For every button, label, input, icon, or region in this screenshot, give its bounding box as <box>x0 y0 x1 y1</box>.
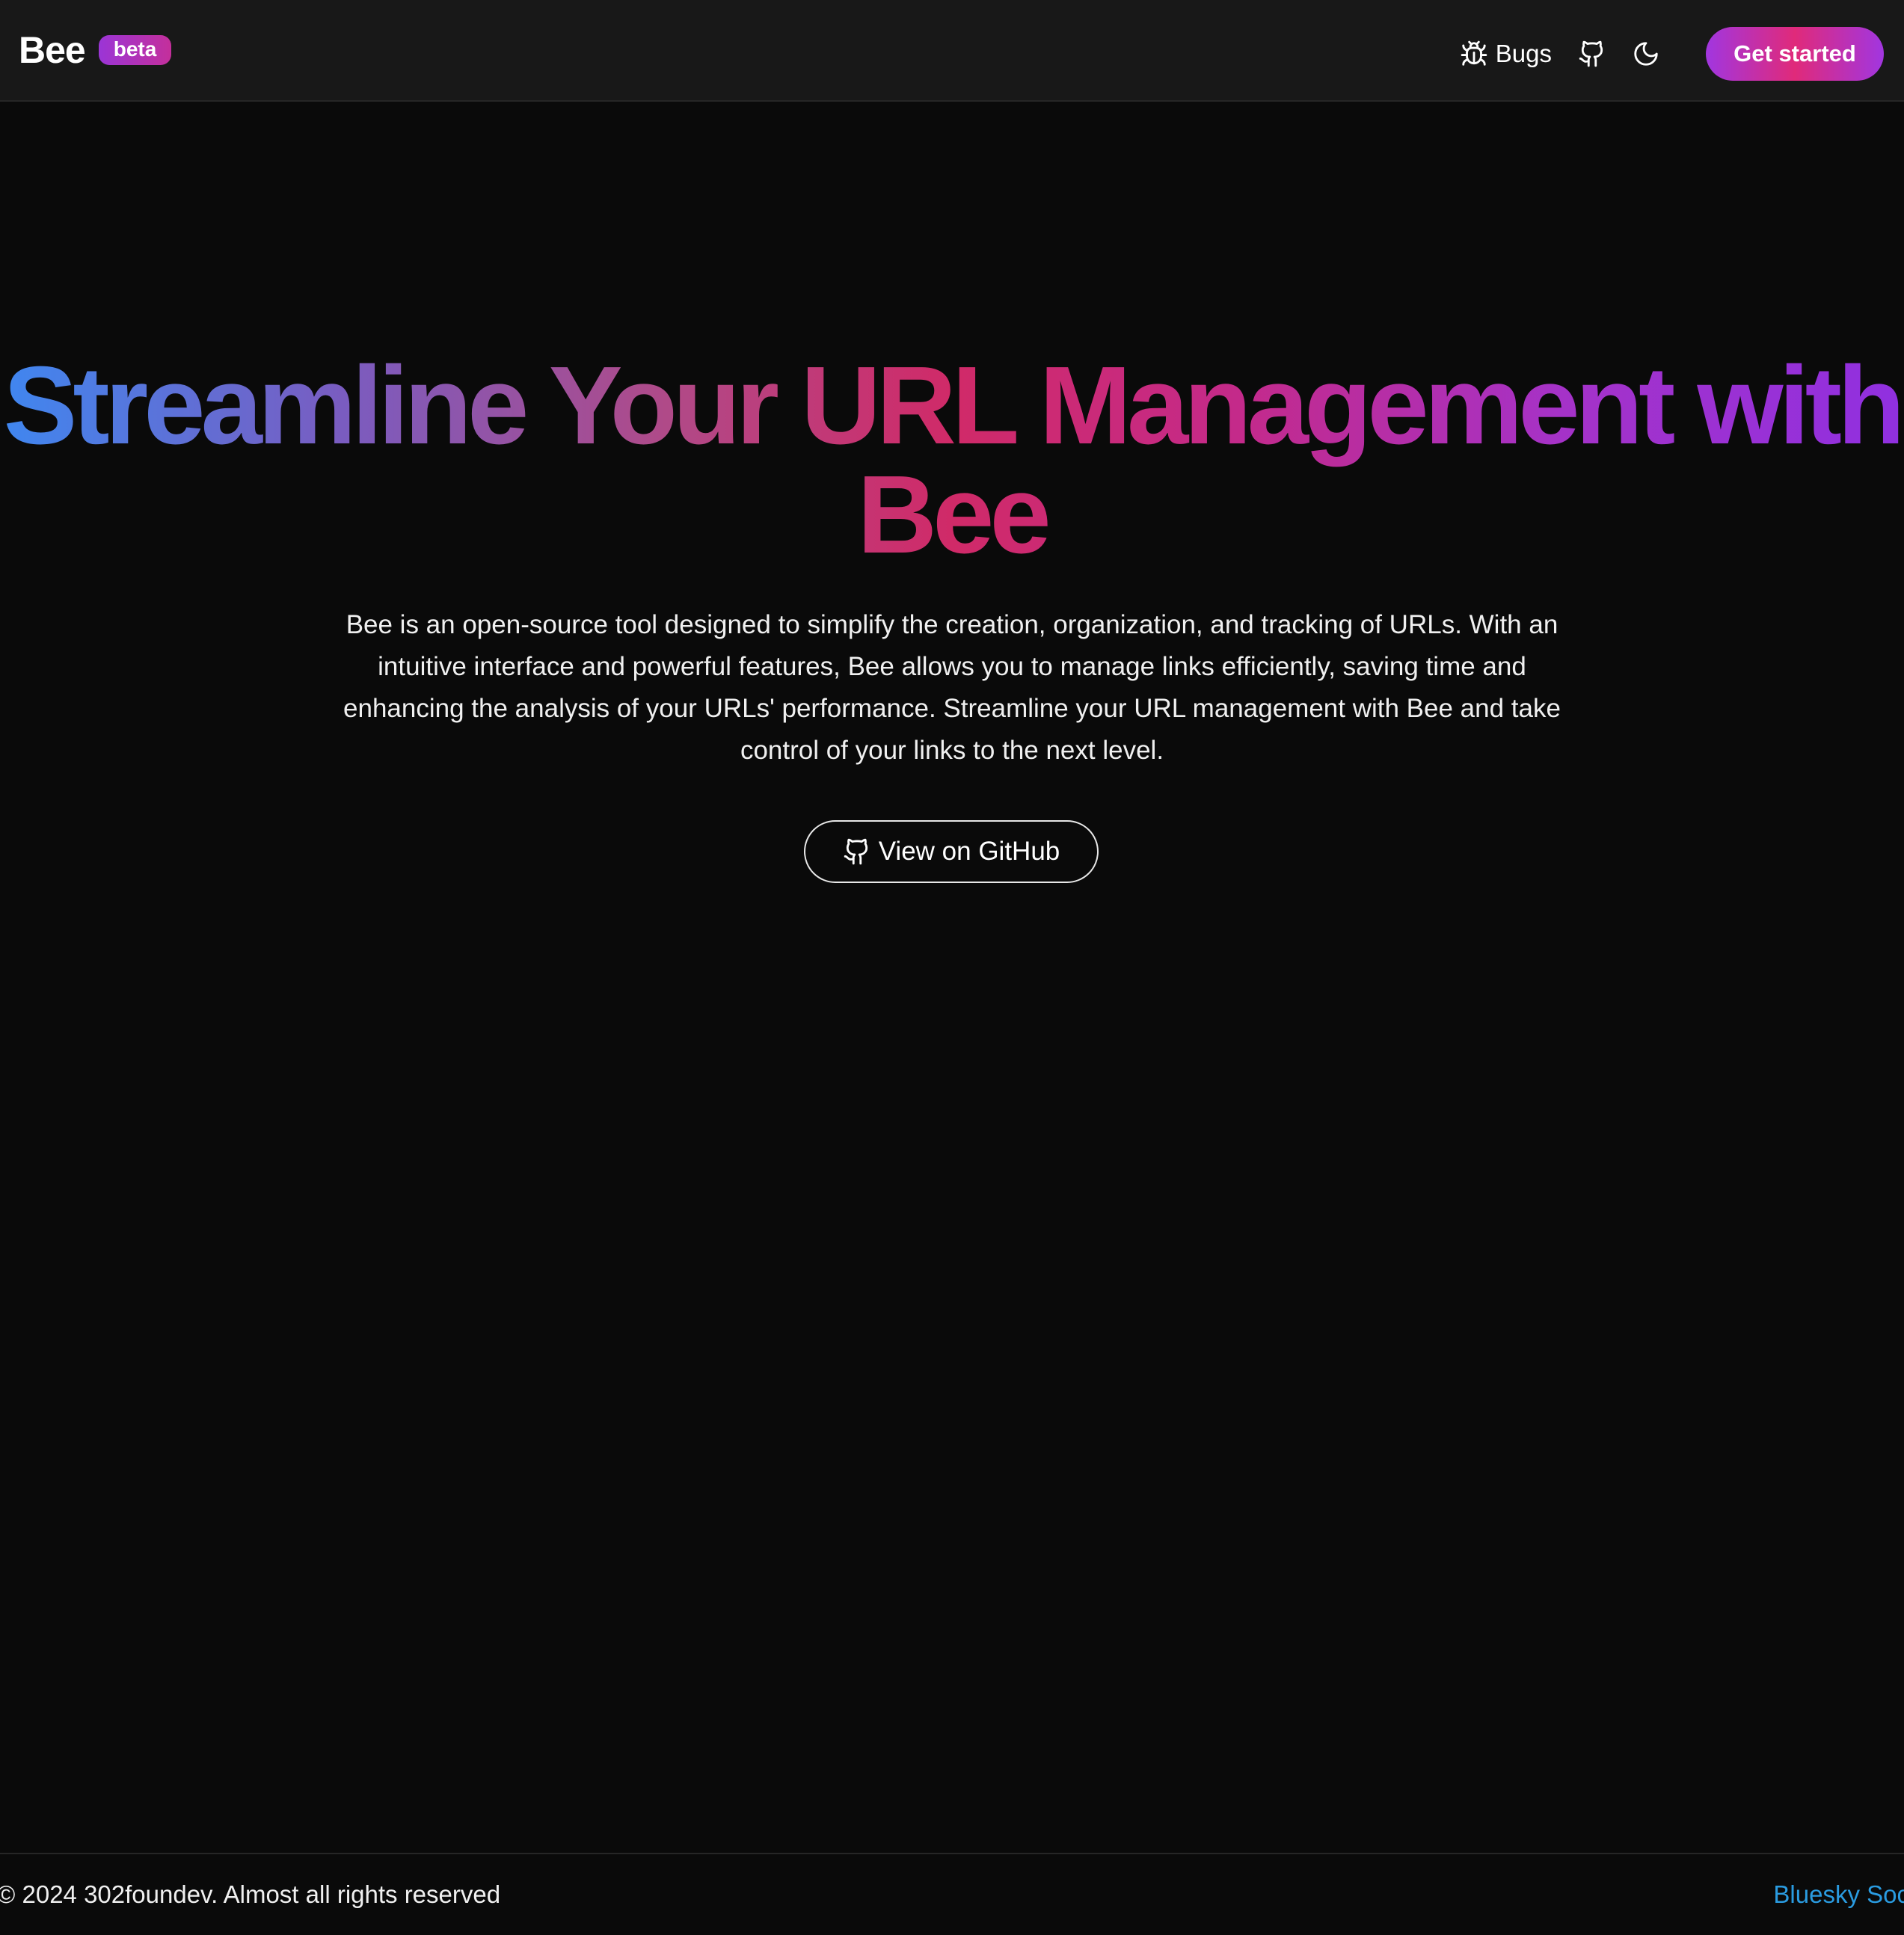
view-on-github-button[interactable]: View on GitHub <box>804 820 1099 883</box>
top-navbar: Bee beta Bugs Get started <box>0 0 1904 102</box>
github-icon <box>843 837 871 866</box>
footer: © 2024 302foundev. Almost all rights res… <box>0 1853 1904 1935</box>
brand[interactable]: Bee beta <box>19 28 172 72</box>
github-icon[interactable] <box>1576 37 1609 70</box>
hero-title: Streamline Your URL Management with Bee <box>0 351 1904 570</box>
bluesky-social-link[interactable]: Bluesky Social <box>1773 1880 1904 1909</box>
brand-name[interactable]: Bee <box>19 28 86 72</box>
bugs-label: Bugs <box>1495 40 1552 67</box>
github-button-label: View on GitHub <box>878 837 1060 866</box>
copyright-text: © 2024 302foundev. Almost all rights res… <box>0 1880 501 1908</box>
moon-icon[interactable] <box>1630 37 1662 70</box>
bug-icon <box>1460 40 1488 68</box>
header-actions: Bugs Get started <box>1460 27 1884 81</box>
hero-description: Bee is an open-source tool designed to s… <box>343 610 1561 765</box>
beta-badge: beta <box>98 35 172 65</box>
bugs-link[interactable]: Bugs <box>1460 40 1552 68</box>
get-started-button[interactable]: Get started <box>1706 27 1884 81</box>
